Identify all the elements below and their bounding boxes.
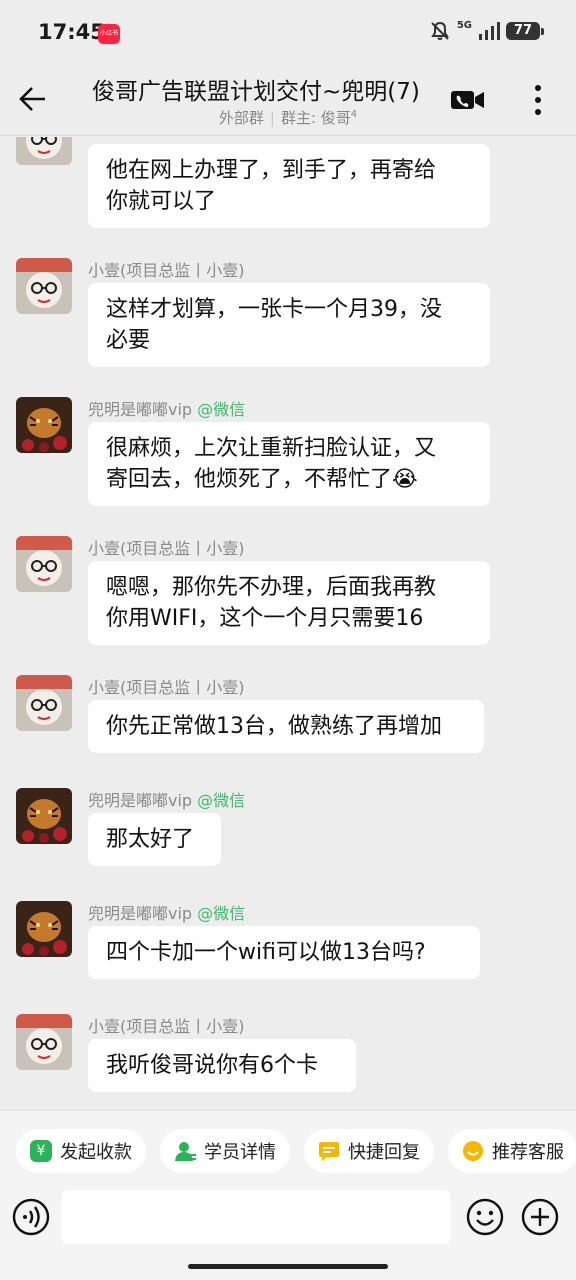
message-bubble[interactable]: 这样才划算，一张卡一个月39，没 必要 <box>88 283 490 367</box>
message-line: 你先正常做13台，做熟练了再增加 <box>106 714 442 739</box>
plus-icon[interactable] <box>521 1198 559 1236</box>
avatar-glasses-icon[interactable] <box>16 536 72 592</box>
quick-action-label: 发起收款 <box>60 1142 132 1163</box>
message-line: 那太好了 <box>106 827 195 852</box>
quick-action-label: 快捷回复 <box>348 1142 420 1163</box>
avatar-tiger-icon[interactable] <box>16 788 72 844</box>
chat-title: 俊哥广告联盟计划交付~兜明(7) <box>92 79 420 105</box>
sender-name: 兜明是嘟嘟vip @微信 <box>88 396 245 420</box>
quick-action-label: 学员详情 <box>204 1142 276 1163</box>
sender-name: 小壹(项目总监丨小壹) <box>88 678 245 697</box>
status-bar: 17:45 小红书 5G 77 <box>0 0 576 66</box>
user-icon <box>175 1142 196 1161</box>
quick-action-student-details[interactable]: 学员详情 <box>160 1129 290 1173</box>
group-type-label: 外部群 <box>218 109 264 127</box>
emoji-icon[interactable] <box>466 1198 504 1236</box>
status-icons: 5G 77 <box>429 19 544 42</box>
more-options-icon[interactable] <box>526 82 550 118</box>
quick-action-quick-reply[interactable]: 快捷回复 <box>304 1129 434 1173</box>
sender-name-text: 兜明是嘟嘟vip <box>88 904 198 923</box>
quick-action-label: 推荐客服 <box>492 1142 564 1163</box>
message-line: 寄回去，他烦死了，不帮忙了😭 <box>106 467 418 492</box>
chat-header: 俊哥广告联盟计划交付~兜明(7) 外部群 | 群主: 俊哥4 <box>0 66 576 136</box>
voice-input-icon[interactable] <box>12 1198 50 1236</box>
video-call-icon[interactable] <box>450 86 486 114</box>
app-notification-icon: 小红书 <box>98 24 120 44</box>
sender-tag: @微信 <box>197 400 246 419</box>
chat-icon <box>319 1142 339 1161</box>
battery-indicator: 77 <box>506 22 544 40</box>
sender-name: 兜明是嘟嘟vip @微信 <box>88 900 245 924</box>
group-owner-label: 群主: 俊哥 <box>280 109 351 127</box>
avatar-glasses-icon[interactable] <box>16 1014 72 1070</box>
sender-name: 小壹(项目总监丨小壹) <box>88 261 245 280</box>
message-bubble[interactable]: 我听俊哥说你有6个卡 <box>88 1039 356 1092</box>
signal-icon <box>479 22 500 40</box>
network-label: 5G <box>456 19 472 31</box>
message-list[interactable]: 他在网上办理了，到手了，再寄给 你就可以了 小壹(项目总监丨小壹) 这样才划算，… <box>0 137 576 1110</box>
avatar-glasses-icon[interactable] <box>16 675 72 731</box>
message-bubble[interactable]: 很麻烦，上次让重新扫脸认证，又 寄回去，他烦死了，不帮忙了😭 <box>88 422 490 506</box>
message-line: 必要 <box>106 328 151 353</box>
quick-action-collect-payment[interactable]: ¥ 发起收款 <box>16 1129 146 1173</box>
avatar-glasses-icon[interactable] <box>16 137 72 165</box>
message-line: 嗯嗯，那你先不办理，后面我再教 <box>106 575 437 600</box>
home-indicator[interactable] <box>188 1264 388 1269</box>
avatar-tiger-icon[interactable] <box>16 397 72 453</box>
message-bubble[interactable]: 那太好了 <box>88 813 221 866</box>
message-bubble[interactable]: 你先正常做13台，做熟练了再增加 <box>88 700 484 753</box>
sender-name-text: 兜明是嘟嘟vip <box>88 400 198 419</box>
sender-name-text: 兜明是嘟嘟vip <box>88 791 198 810</box>
message-line: 四个卡加一个wifi可以做13台吗? <box>106 940 426 965</box>
quick-action-recommend-service[interactable]: 推荐客服 <box>448 1129 576 1173</box>
message-line: 你就可以了 <box>106 189 217 214</box>
smile-icon <box>463 1141 483 1161</box>
group-owner-sup: 4 <box>350 109 358 120</box>
message-line: 他在网上办理了，到手了，再寄给 <box>106 158 437 183</box>
message-input[interactable] <box>62 1190 450 1244</box>
status-time: 17:45 <box>38 20 105 44</box>
message-line: 很麻烦，上次让重新扫脸认证，又 <box>106 436 437 461</box>
message-bubble[interactable]: 四个卡加一个wifi可以做13台吗? <box>88 926 480 979</box>
message-bubble[interactable]: 他在网上办理了，到手了，再寄给 你就可以了 <box>88 144 490 228</box>
sender-tag: @微信 <box>197 791 246 810</box>
sender-name: 小壹(项目总监丨小壹) <box>88 539 245 558</box>
sender-name: 兜明是嘟嘟vip @微信 <box>88 787 245 811</box>
sender-tag: @微信 <box>197 904 246 923</box>
yuan-icon: ¥ <box>30 1140 52 1162</box>
message-bubble[interactable]: 嗯嗯，那你先不办理，后面我再教 你用WIFI，这个一个月只需要16 <box>88 561 490 645</box>
message-line: 你用WIFI，这个一个月只需要16 <box>106 606 424 631</box>
avatar-glasses-icon[interactable] <box>16 258 72 314</box>
sender-name: 小壹(项目总监丨小壹) <box>88 1017 245 1036</box>
message-line: 这样才划算，一张卡一个月39，没 <box>106 297 442 322</box>
mute-bell-icon <box>430 21 449 40</box>
avatar-tiger-icon[interactable] <box>16 901 72 957</box>
message-line: 我听俊哥说你有6个卡 <box>106 1053 318 1078</box>
chat-subtitle: 外部群 | 群主: 俊哥4 <box>218 109 358 127</box>
